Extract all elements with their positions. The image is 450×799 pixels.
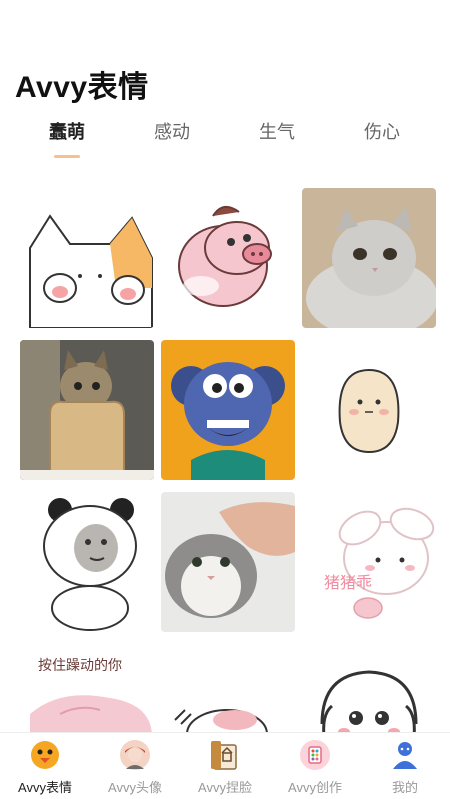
category-tabs: 蠢萌 感动 生气 伤心 [0, 118, 450, 164]
sticker-tile[interactable]: 按住躁动的你 [20, 644, 154, 732]
blue-monkey-3d [161, 340, 295, 480]
sticker-tile[interactable] [20, 188, 154, 328]
page-title: Avvy表情 [15, 71, 149, 104]
nav-label: Avvy表情 [18, 780, 72, 795]
crying-dog-sticker [302, 644, 436, 732]
bunny-pig-sticker: 猪猪乖 [302, 492, 436, 632]
sticker-tile[interactable] [20, 340, 154, 480]
sticker-tile[interactable] [302, 340, 436, 480]
tab-sad[interactable]: 伤心 [347, 118, 417, 144]
chick-face-icon [31, 741, 59, 769]
sticker-grid: 猪猪乖 按住躁动的你 [20, 188, 436, 732]
bottom-navigation: Avvy表情 Avvy头像 Avvy捏脸 Avvy创作 我的 [0, 732, 450, 799]
cat-doodle-sticker [161, 644, 295, 732]
nav-item-profile[interactable]: 我的 [360, 739, 450, 796]
sticker-caption: 按住躁动的你 [38, 658, 122, 674]
nav-label: 我的 [391, 780, 418, 795]
sticker-tile[interactable] [161, 188, 295, 328]
pig-cartoon-sticker [161, 188, 295, 328]
sticker-tile[interactable]: 猪猪乖 [302, 492, 436, 632]
panda-face-sticker [20, 492, 154, 632]
grey-cat-photo [302, 188, 436, 328]
sticker-tile[interactable] [161, 340, 295, 480]
nav-item-avatar[interactable]: Avvy头像 [90, 739, 180, 796]
create-palette-icon [300, 740, 330, 770]
profile-icon [393, 742, 417, 769]
tab-cute[interactable]: 蠢萌 [32, 118, 102, 144]
sticker-tile[interactable] [20, 492, 154, 632]
nav-item-face-edit[interactable]: Avvy捏脸 [180, 739, 270, 796]
tab-angry[interactable]: 生气 [242, 118, 312, 144]
nav-label: Avvy捏脸 [198, 780, 252, 795]
avatar-person-icon [120, 740, 150, 770]
sticker-caption: 猪猪乖 [324, 573, 372, 592]
bread-cat-photo [20, 340, 154, 480]
hold-your-hand-sticker: 按住躁动的你 [20, 644, 154, 732]
face-edit-icon [211, 741, 237, 770]
active-tab-indicator [54, 155, 80, 158]
nav-item-stickers[interactable]: Avvy表情 [0, 739, 90, 796]
sticker-tile[interactable] [302, 188, 436, 328]
nav-label: Avvy创作 [288, 780, 342, 795]
egg-character-sticker [302, 340, 436, 480]
sticker-tile[interactable] [302, 644, 436, 732]
sticker-tile[interactable] [161, 492, 295, 632]
tab-touched[interactable]: 感动 [137, 118, 207, 144]
petted-cat-photo [161, 492, 295, 632]
nav-item-create[interactable]: Avvy创作 [270, 739, 360, 796]
cat-paws-sticker [20, 188, 154, 328]
sticker-tile[interactable] [161, 644, 295, 732]
nav-label: Avvy头像 [108, 780, 162, 795]
